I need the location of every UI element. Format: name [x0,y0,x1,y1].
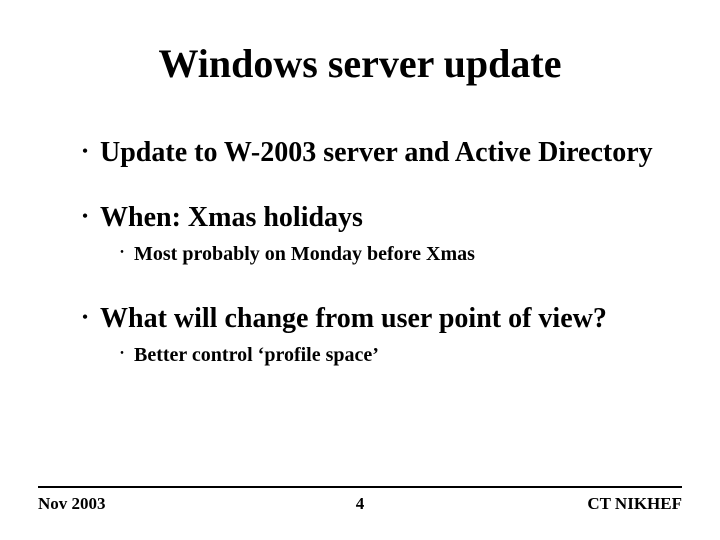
bullet-text: Most probably on Monday before Xmas [134,241,680,267]
bullet-l2: • Better control ‘profile space’ [110,342,680,368]
bullet-dot-icon: • [110,342,134,366]
bullet-dot-icon: • [110,241,134,265]
slide-title: Windows server update [0,40,720,87]
bullet-dot-icon: • [70,135,100,169]
bullet-l2: • Most probably on Monday before Xmas [110,241,680,267]
slide: Windows server update • Update to W-2003… [0,0,720,540]
sub-bullets: • Most probably on Monday before Xmas [110,241,680,267]
bullet-dot-icon: • [70,200,100,234]
footer-page-number: 4 [38,494,682,514]
bullet-l1: • When: Xmas holidays [70,200,680,235]
bullet-text: When: Xmas holidays [100,200,680,235]
bullet-dot-icon: • [70,301,100,335]
footer-org: CT NIKHEF [587,494,682,514]
bullet-l1: • What will change from user point of vi… [70,301,680,336]
bullet-text: Update to W-2003 server and Active Direc… [100,135,680,170]
sub-bullets: • Better control ‘profile space’ [110,342,680,368]
slide-body: • Update to W-2003 server and Active Dir… [70,135,680,378]
footer-divider [38,486,682,488]
bullet-text: Better control ‘profile space’ [134,342,680,368]
bullet-text: What will change from user point of view… [100,301,680,336]
bullet-l1: • Update to W-2003 server and Active Dir… [70,135,680,170]
